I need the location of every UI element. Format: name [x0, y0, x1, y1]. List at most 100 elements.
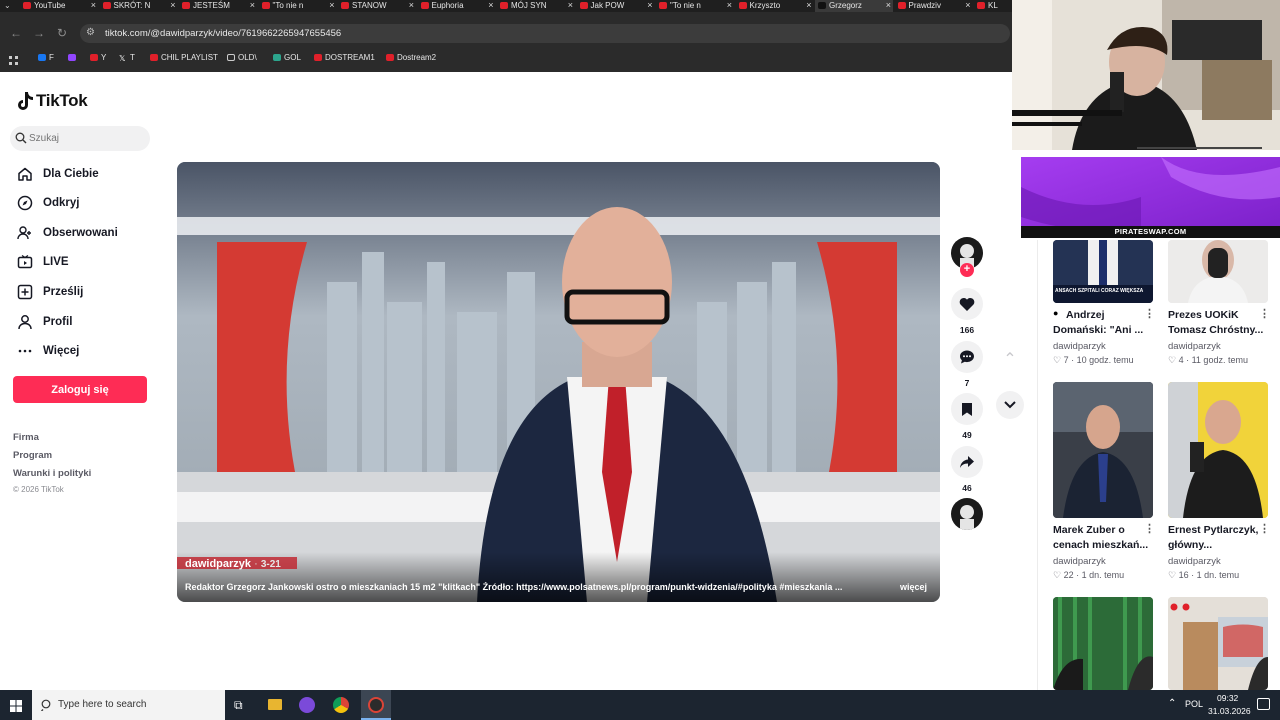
nav-dla-ciebie[interactable]: Dla Ciebie [16, 164, 99, 184]
related-thumb-6[interactable] [1168, 597, 1268, 690]
more-options-icon[interactable]: ⋮ [1259, 307, 1270, 320]
browser-tab[interactable]: SKRÓT: N × [100, 0, 178, 12]
clock-date[interactable]: 31.03.2026 [1208, 706, 1251, 716]
related-thumb-1[interactable]: ANSACH SZPITALI CORAZ WIĘKSZA [1053, 240, 1153, 303]
browser-tab[interactable]: Euphoria × [418, 0, 496, 12]
browser-tab[interactable]: JESTEŚM × [179, 0, 257, 12]
related-title-2[interactable]: Prezes UOKiK Tomasz Chróstny... [1168, 308, 1264, 338]
sound-avatar[interactable] [951, 498, 983, 530]
search-input[interactable] [29, 131, 139, 146]
bookmark-item[interactable]: Y [90, 53, 106, 63]
tab-close-icon[interactable]: × [409, 0, 414, 11]
site-info-icon[interactable]: ⚙ [86, 27, 95, 38]
tiktok-logo[interactable]: TikTok [16, 90, 88, 112]
bookmark-item[interactable]: CHIL PLAYLIST [150, 53, 218, 63]
tab-close-icon[interactable]: × [329, 0, 334, 11]
tab-close-icon[interactable]: × [806, 0, 811, 11]
related-title-4[interactable]: Ernest Pytlarczyk, główny... [1168, 523, 1264, 553]
tab-favicon-icon [182, 2, 190, 9]
browser-tab[interactable]: "To nie n × [656, 0, 734, 12]
app-icon[interactable] [299, 697, 315, 713]
nav-przeslij[interactable]: Prześlij [16, 282, 83, 302]
nav-wiecej[interactable]: Więcej [16, 341, 79, 361]
tab-close-icon[interactable]: × [91, 0, 96, 11]
footer-firma[interactable]: Firma [13, 432, 39, 443]
more-options-icon[interactable]: ⋮ [1259, 522, 1270, 535]
bookmark-item[interactable]: GOL [273, 53, 301, 63]
related-author-2[interactable]: dawidparzyk [1168, 341, 1221, 352]
follow-plus-icon[interactable]: + [960, 263, 974, 277]
related-thumb-4[interactable] [1168, 382, 1268, 518]
chrome-icon[interactable] [333, 697, 349, 713]
clock-time[interactable]: 09:32 [1217, 693, 1238, 703]
tab-close-icon[interactable]: × [727, 0, 732, 11]
ad-banner[interactable]: PIRATESWAP.COM [1021, 157, 1280, 238]
footer-program[interactable]: Program [13, 450, 52, 461]
tab-close-icon[interactable]: × [250, 0, 255, 11]
save-button[interactable] [951, 393, 983, 425]
tab-close-icon[interactable]: × [647, 0, 652, 11]
nav-profil[interactable]: Profil [16, 312, 72, 332]
notification-icon[interactable] [1257, 698, 1270, 710]
more-options-icon[interactable]: ⋮ [1144, 307, 1155, 320]
like-button[interactable] [951, 288, 983, 320]
bookmark-item[interactable]: OLD\ [227, 53, 257, 63]
video-author[interactable]: dawidparzyk [185, 558, 251, 570]
file-explorer-icon[interactable] [268, 699, 282, 710]
related-author-4[interactable]: dawidparzyk [1168, 556, 1221, 567]
tab-close-icon[interactable]: × [965, 0, 970, 11]
tab-close-icon[interactable]: × [568, 0, 573, 11]
taskbar-search[interactable]: Type here to search [32, 690, 225, 720]
next-video-button[interactable] [996, 391, 1024, 419]
related-title-3[interactable]: Marek Zuber o cenach mieszkań... [1053, 523, 1149, 553]
video-player[interactable]: dawidparzyk · 3-21 Redaktor Grzegorz Jan… [177, 162, 940, 602]
language-indicator[interactable]: POL [1185, 699, 1203, 709]
browser-tab[interactable]: STANOW × [338, 0, 416, 12]
apps-grid-icon[interactable] [9, 53, 19, 65]
nav-live[interactable]: LIVE [16, 252, 69, 272]
related-author-1[interactable]: dawidparzyk [1053, 341, 1106, 352]
comment-button[interactable] [951, 341, 983, 373]
bookmark-item[interactable] [68, 53, 79, 63]
browser-tab[interactable]: Jak POW × [577, 0, 655, 12]
search-box[interactable] [10, 126, 150, 151]
browser-tab[interactable]: YouTube × [20, 0, 98, 12]
related-thumb-3[interactable] [1053, 382, 1153, 518]
bookmark-item[interactable]: F [38, 53, 54, 63]
more-caption-link[interactable]: więcej [900, 582, 927, 592]
bookmark-item[interactable]: Dostream2 [386, 53, 436, 63]
more-options-icon[interactable]: ⋮ [1144, 522, 1155, 535]
login-button[interactable]: Zaloguj się [13, 376, 147, 403]
prev-video-chevron-up-icon[interactable]: ⌃ [998, 349, 1022, 373]
browser-tab[interactable]: Prawdziv × [895, 0, 973, 12]
forward-icon[interactable]: → [33, 26, 45, 40]
tray-chevron-up-icon[interactable]: ⌃ [1168, 698, 1176, 709]
back-icon[interactable]: ← [10, 26, 22, 40]
tab-close-icon[interactable]: × [488, 0, 493, 11]
browser-tab[interactable]: MÓJ SYN × [497, 0, 575, 12]
url-text[interactable]: tiktok.com/@dawidparzyk/video/7619662265… [105, 28, 341, 39]
taskbar-active-app[interactable] [361, 690, 391, 720]
related-thumb-2[interactable] [1168, 240, 1268, 303]
windows-start-icon[interactable] [10, 699, 22, 717]
tab-favicon-icon [818, 2, 826, 9]
related-author-3[interactable]: dawidparzyk [1053, 556, 1106, 567]
browser-tab[interactable]: "To nie n × [259, 0, 337, 12]
browser-tab[interactable]: Grzegorz × [815, 0, 893, 12]
tab-close-icon[interactable]: × [886, 0, 891, 11]
related-thumb-5[interactable] [1053, 597, 1153, 690]
address-bar[interactable]: ⚙ tiktok.com/@dawidparzyk/video/76196622… [80, 24, 1010, 43]
bookmark-item[interactable]: 𝕏T [119, 53, 135, 63]
reload-icon[interactable]: ↻ [57, 26, 67, 40]
nav-odkryj[interactable]: Odkryj [16, 193, 79, 213]
bookmark-item[interactable]: DOSTREAM1 [314, 53, 375, 63]
browser-tab[interactable]: Krzyszto × [736, 0, 814, 12]
share-button[interactable] [951, 446, 983, 478]
task-view-icon[interactable]: ⧉ [234, 698, 243, 713]
browser-tab[interactable]: KL× [974, 0, 1012, 12]
footer-terms[interactable]: Warunki i polityki [13, 468, 91, 479]
related-title-1[interactable]: Andrzej Domański: "Ani ... [1053, 308, 1149, 338]
tab-list-chevron-icon[interactable]: ⌄ [4, 0, 14, 12]
tab-close-icon[interactable]: × [170, 0, 175, 11]
nav-obserwowani[interactable]: Obserwowani [16, 223, 118, 243]
